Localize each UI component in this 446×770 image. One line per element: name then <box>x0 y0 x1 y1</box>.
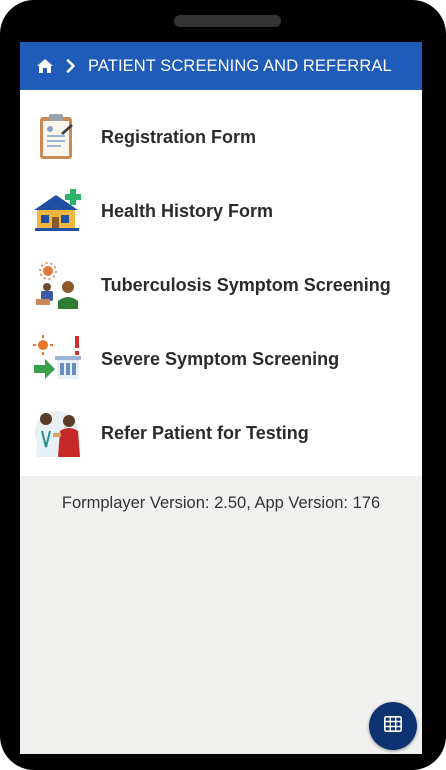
menu-item-health-history-form[interactable]: Health History Form <box>20 174 422 248</box>
phone-camera <box>270 15 281 26</box>
home-icon[interactable] <box>36 58 54 74</box>
menu-item-label: Health History Form <box>101 200 274 221</box>
menu-item-registration-form[interactable]: Registration Form <box>20 100 422 174</box>
phone-speaker <box>174 15 281 27</box>
breadcrumb-header: PATIENT SCREENING AND REFERRAL <box>20 42 422 90</box>
chevron-right-icon <box>66 59 76 73</box>
menu-list: Registration Form Health History Form Tu… <box>20 90 422 476</box>
menu-item-refer-patient-for-testing[interactable]: Refer Patient for Testing <box>20 396 422 470</box>
version-info: Formplayer Version: 2.50, App Version: 1… <box>61 494 381 512</box>
page-title: PATIENT SCREENING AND REFERRAL <box>88 56 392 75</box>
clipboard-icon <box>31 111 83 163</box>
menu-item-label: Severe Symptom Screening <box>101 348 340 369</box>
menu-item-label: Registration Form <box>101 126 257 147</box>
menu-item-tuberculosis-symptom-screening[interactable]: Tuberculosis Symptom Screening <box>20 248 422 322</box>
menu-item-severe-symptom-screening[interactable]: Severe Symptom Screening <box>20 322 422 396</box>
severe-symptom-icon <box>31 333 83 385</box>
phone-frame: PATIENT SCREENING AND REFERRAL Registrat… <box>0 0 446 770</box>
tb-screening-icon <box>31 259 83 311</box>
app-screen: PATIENT SCREENING AND REFERRAL Registrat… <box>20 42 422 754</box>
grid-view-button[interactable] <box>369 702 417 750</box>
menu-item-label: Refer Patient for Testing <box>101 422 309 443</box>
house-medical-icon <box>31 185 83 237</box>
grid-icon <box>384 715 402 737</box>
referral-icon <box>31 407 83 459</box>
menu-item-label: Tuberculosis Symptom Screening <box>101 274 391 295</box>
